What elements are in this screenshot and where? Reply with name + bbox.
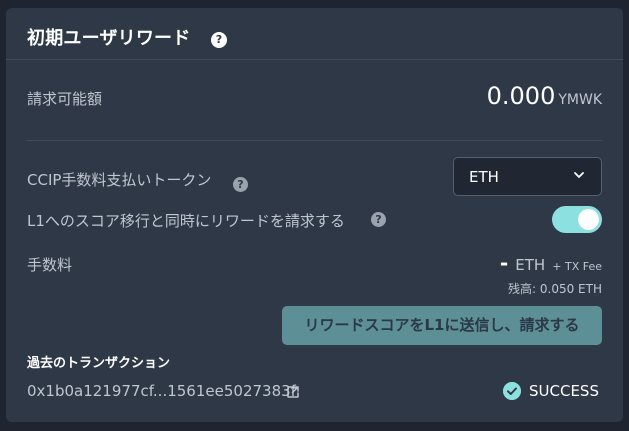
transactions-heading: 過去のトランザクション <box>27 356 171 371</box>
toggle-knob <box>578 209 599 230</box>
divider <box>27 140 602 141</box>
balance-text: 残高: 0.050 ETH <box>508 282 602 296</box>
fee-token-selected: ETH <box>469 168 499 186</box>
help-icon[interactable]: ? <box>371 212 386 227</box>
help-icon[interactable]: ? <box>211 32 227 48</box>
transaction-hash-link[interactable]: 0x1b0a121977cf...1561ee5027383f <box>27 382 296 400</box>
fee-label: 手数料 <box>27 256 73 274</box>
transaction-status: SUCCESS <box>529 382 599 400</box>
fee-amount: - ETH + TX Fee <box>500 251 602 275</box>
help-icon[interactable]: ? <box>233 177 248 192</box>
claim-amount-label: 請求可能額 <box>27 90 103 108</box>
fee-unit: ETH <box>515 256 546 274</box>
page-title: 初期ユーザリワード <box>27 28 191 49</box>
fee-suffix: + TX Fee <box>552 260 602 273</box>
l1-migration-label: L1へのスコア移行と同時にリワードを請求する <box>27 212 345 230</box>
chevron-down-icon <box>574 172 584 178</box>
submit-claim-button[interactable]: リワードスコアをL1に送信し、請求する <box>282 306 602 345</box>
ccip-fee-token-label: CCIP手数料支払いトークン <box>27 171 212 189</box>
reward-panel: 初期ユーザリワード ? 請求可能額 0.000 YMWK CCIP手数料支払いトー… <box>6 8 623 422</box>
claim-amount-value: 0.000 <box>486 82 556 110</box>
check-circle-icon <box>503 382 521 400</box>
external-link-icon[interactable] <box>286 385 300 399</box>
panel-header: 初期ユーザリワード ? <box>6 8 623 60</box>
fee-value: - <box>499 251 509 275</box>
fee-token-select[interactable]: ETH <box>453 157 602 196</box>
l1-migration-toggle[interactable] <box>552 206 602 233</box>
claim-amount-unit: YMWK <box>558 92 602 108</box>
claim-amount: 0.000 YMWK <box>487 82 602 110</box>
